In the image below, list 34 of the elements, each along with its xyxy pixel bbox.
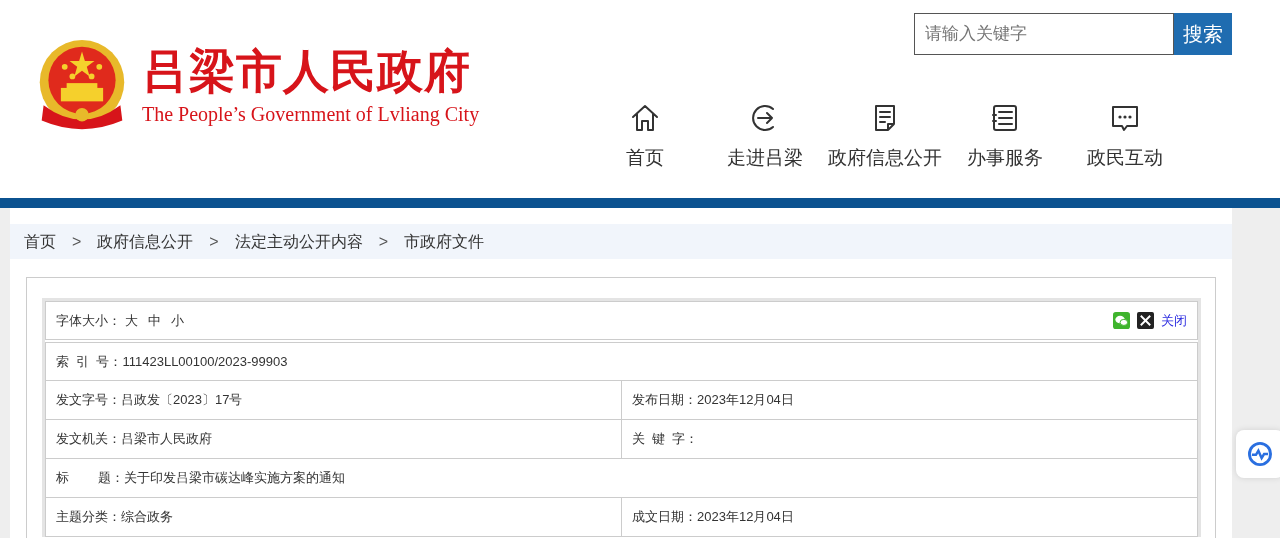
search-field[interactable]: 请输入关键字 <box>914 13 1174 55</box>
breadcrumb-link[interactable]: 法定主动公开内容 <box>234 229 363 254</box>
info-field: 关 键 字： <box>632 429 699 449</box>
font-size-label: 字体大小： <box>56 311 121 330</box>
nav-item[interactable]: 办事服务 <box>945 102 1065 173</box>
nav-item[interactable]: 首页 <box>585 102 705 173</box>
font-size-link[interactable]: 中 <box>148 312 161 328</box>
x-icon <box>1137 312 1154 329</box>
nav-item[interactable]: 政府信息公开 <box>825 102 945 173</box>
breadcrumb-separator: > <box>378 231 389 252</box>
site-title: 吕梁市人民政府 <box>142 48 472 94</box>
font-size-link[interactable]: 大 <box>125 312 138 328</box>
chat-bubbles-icon <box>1113 312 1130 329</box>
breadcrumb-link[interactable]: 政府信息公开 <box>97 229 194 254</box>
nav-item[interactable]: 走进吕梁 <box>705 102 825 173</box>
breadcrumb-separator: > <box>209 231 219 252</box>
nav-item[interactable]: 政民互动 <box>1065 102 1185 173</box>
home-icon <box>629 102 661 134</box>
font-size-link[interactable]: 小 <box>171 312 184 328</box>
site-subtitle: The People’s Government of Lvliang City <box>142 104 480 124</box>
info-field: 发文字号：吕政发〔2023〕17号 <box>56 390 243 410</box>
info-field: 标 题：关于印发吕梁市碳达峰实施方案的通知 <box>56 468 345 488</box>
search-button[interactable]: 搜索 <box>1174 13 1232 55</box>
info-field: 发文机关：吕梁市人民政府 <box>56 429 212 449</box>
info-field: 索 引 号：111423LL00100/2023-99903 <box>56 351 288 372</box>
breadcrumb-link[interactable]: 市政府文件 <box>404 229 485 254</box>
close-link[interactable]: 关闭 <box>1161 310 1187 331</box>
floating-button[interactable] <box>1236 430 1280 478</box>
pulse-icon <box>1247 441 1273 467</box>
breadcrumb-separator: > <box>72 231 82 252</box>
info-field: 成文日期：2023年12月04日 <box>632 507 794 527</box>
info-field: 主题分类：综合政务 <box>56 507 173 527</box>
info-field: 发布日期：2023年12月04日 <box>632 390 794 410</box>
breadcrumb-link[interactable]: 首页 <box>24 229 56 254</box>
